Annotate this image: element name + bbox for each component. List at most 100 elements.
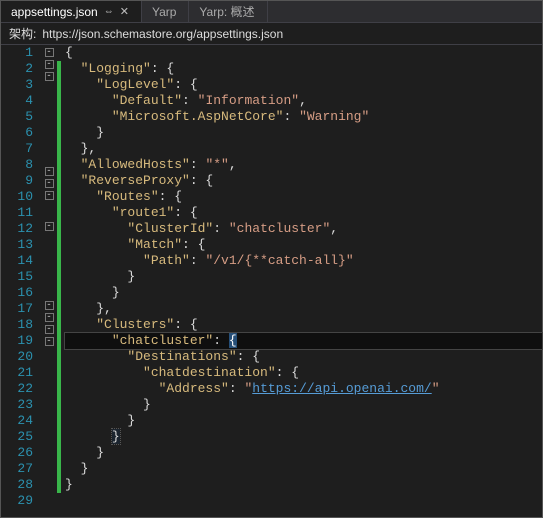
schema-url[interactable]: https://json.schemastore.org/appsettings…: [42, 27, 283, 41]
fold-guide: [41, 132, 57, 148]
line-number: 9: [1, 173, 33, 189]
line-number: 19: [1, 333, 33, 349]
fold-gutter[interactable]: - - - - - - - - - - -: [41, 45, 57, 517]
fold-toggle-icon[interactable]: -: [45, 222, 54, 231]
code-area[interactable]: { "Logging": { "LogLevel": { "Default": …: [61, 45, 542, 517]
code-line[interactable]: "Microsoft.AspNetCore": "Warning": [65, 109, 542, 125]
line-number: 20: [1, 349, 33, 365]
code-line[interactable]: "LogLevel": {: [65, 77, 542, 93]
fold-guide: [41, 234, 57, 250]
line-number: 12: [1, 221, 33, 237]
fold-toggle-icon[interactable]: -: [45, 167, 54, 176]
line-number: 2: [1, 61, 33, 77]
fold-toggle-icon[interactable]: -: [45, 60, 54, 69]
fold-guide: [41, 429, 57, 445]
code-line[interactable]: "chatcluster": {: [65, 333, 542, 349]
line-number: 24: [1, 413, 33, 429]
code-line[interactable]: "Default": "Information",: [65, 93, 542, 109]
tab-bar: appsettings.json ⇔ ✕ Yarp Yarp: 概述: [1, 1, 542, 23]
code-line[interactable]: "Address": "https://api.openai.com/": [65, 381, 542, 397]
fold-guide: [41, 116, 57, 132]
code-line[interactable]: "Path": "/v1/{**catch-all}": [65, 253, 542, 269]
pin-icon[interactable]: ⇔: [104, 6, 114, 17]
code-line[interactable]: "ReverseProxy": {: [65, 173, 542, 189]
code-line[interactable]: "route1": {: [65, 205, 542, 221]
line-number: 17: [1, 301, 33, 317]
tab-2[interactable]: Yarp: 概述: [189, 1, 267, 22]
fold-guide: [41, 148, 57, 164]
line-number: 7: [1, 141, 33, 157]
fold-toggle-icon[interactable]: -: [45, 179, 54, 188]
tab-label: Yarp: [152, 5, 176, 19]
code-line[interactable]: }: [65, 461, 542, 477]
fold-guide: [41, 381, 57, 397]
fold-guide: [41, 250, 57, 266]
fold-guide: [41, 266, 57, 282]
fold-guide: [41, 445, 57, 461]
code-line[interactable]: "Clusters": {: [65, 317, 542, 333]
tab-label: Yarp: 概述: [199, 3, 254, 20]
code-line[interactable]: },: [65, 141, 542, 157]
fold-guide: [41, 397, 57, 413]
url-link[interactable]: https://api.openai.com/: [252, 381, 431, 396]
line-number: 13: [1, 237, 33, 253]
code-line[interactable]: }: [65, 413, 542, 429]
code-line[interactable]: }: [65, 125, 542, 141]
line-number: 14: [1, 253, 33, 269]
fold-guide: [41, 203, 57, 219]
fold-toggle-icon[interactable]: -: [45, 191, 54, 200]
line-number: 23: [1, 397, 33, 413]
fold-toggle-icon[interactable]: -: [45, 301, 54, 310]
fold-guide: [41, 461, 57, 477]
line-number: 16: [1, 285, 33, 301]
line-number: 18: [1, 317, 33, 333]
line-number: 15: [1, 269, 33, 285]
line-number: 29: [1, 493, 33, 509]
code-line[interactable]: }: [65, 397, 542, 413]
code-line[interactable]: }: [65, 445, 542, 461]
tab-0[interactable]: appsettings.json ⇔ ✕: [1, 1, 142, 22]
fold-guide: [41, 365, 57, 381]
fold-guide: [41, 413, 57, 429]
close-icon[interactable]: ✕: [120, 5, 129, 18]
line-number: 10: [1, 189, 33, 205]
line-number: 4: [1, 93, 33, 109]
fold-guide: [41, 282, 57, 298]
tab-label: appsettings.json: [11, 5, 98, 19]
line-number: 28: [1, 477, 33, 493]
fold-guide: [41, 100, 57, 116]
line-number: 11: [1, 205, 33, 221]
line-number: 21: [1, 365, 33, 381]
code-line[interactable]: },: [65, 301, 542, 317]
tab-1[interactable]: Yarp: [142, 1, 189, 22]
code-line[interactable]: [65, 493, 542, 509]
line-number: 27: [1, 461, 33, 477]
fold-toggle-icon[interactable]: -: [45, 313, 54, 322]
code-line[interactable]: "Logging": {: [65, 61, 542, 77]
schema-label: 架构:: [9, 25, 36, 42]
code-line[interactable]: {: [65, 45, 542, 61]
line-number: 25: [1, 429, 33, 445]
line-number: 5: [1, 109, 33, 125]
code-line[interactable]: "Match": {: [65, 237, 542, 253]
fold-guide: [41, 349, 57, 365]
fold-toggle-icon[interactable]: -: [45, 337, 54, 346]
code-line[interactable]: "Destinations": {: [65, 349, 542, 365]
code-line[interactable]: "Routes": {: [65, 189, 542, 205]
code-line[interactable]: "ClusterId": "chatcluster",: [65, 221, 542, 237]
line-number-gutter: 1234567891011121314151617181920212223242…: [1, 45, 41, 517]
code-editor[interactable]: 1234567891011121314151617181920212223242…: [1, 45, 542, 517]
line-number: 6: [1, 125, 33, 141]
schema-bar: 架构: https://json.schemastore.org/appsett…: [1, 23, 542, 45]
code-line[interactable]: }: [65, 429, 542, 445]
code-line[interactable]: }: [65, 269, 542, 285]
fold-toggle-icon[interactable]: -: [45, 325, 54, 334]
code-line[interactable]: "AllowedHosts": "*",: [65, 157, 542, 173]
fold-toggle-icon[interactable]: -: [45, 48, 54, 57]
code-line[interactable]: }: [65, 477, 542, 493]
code-line[interactable]: "chatdestination": {: [65, 365, 542, 381]
fold-guide: [41, 84, 57, 100]
code-line[interactable]: }: [65, 285, 542, 301]
line-number: 1: [1, 45, 33, 61]
fold-toggle-icon[interactable]: -: [45, 72, 54, 81]
